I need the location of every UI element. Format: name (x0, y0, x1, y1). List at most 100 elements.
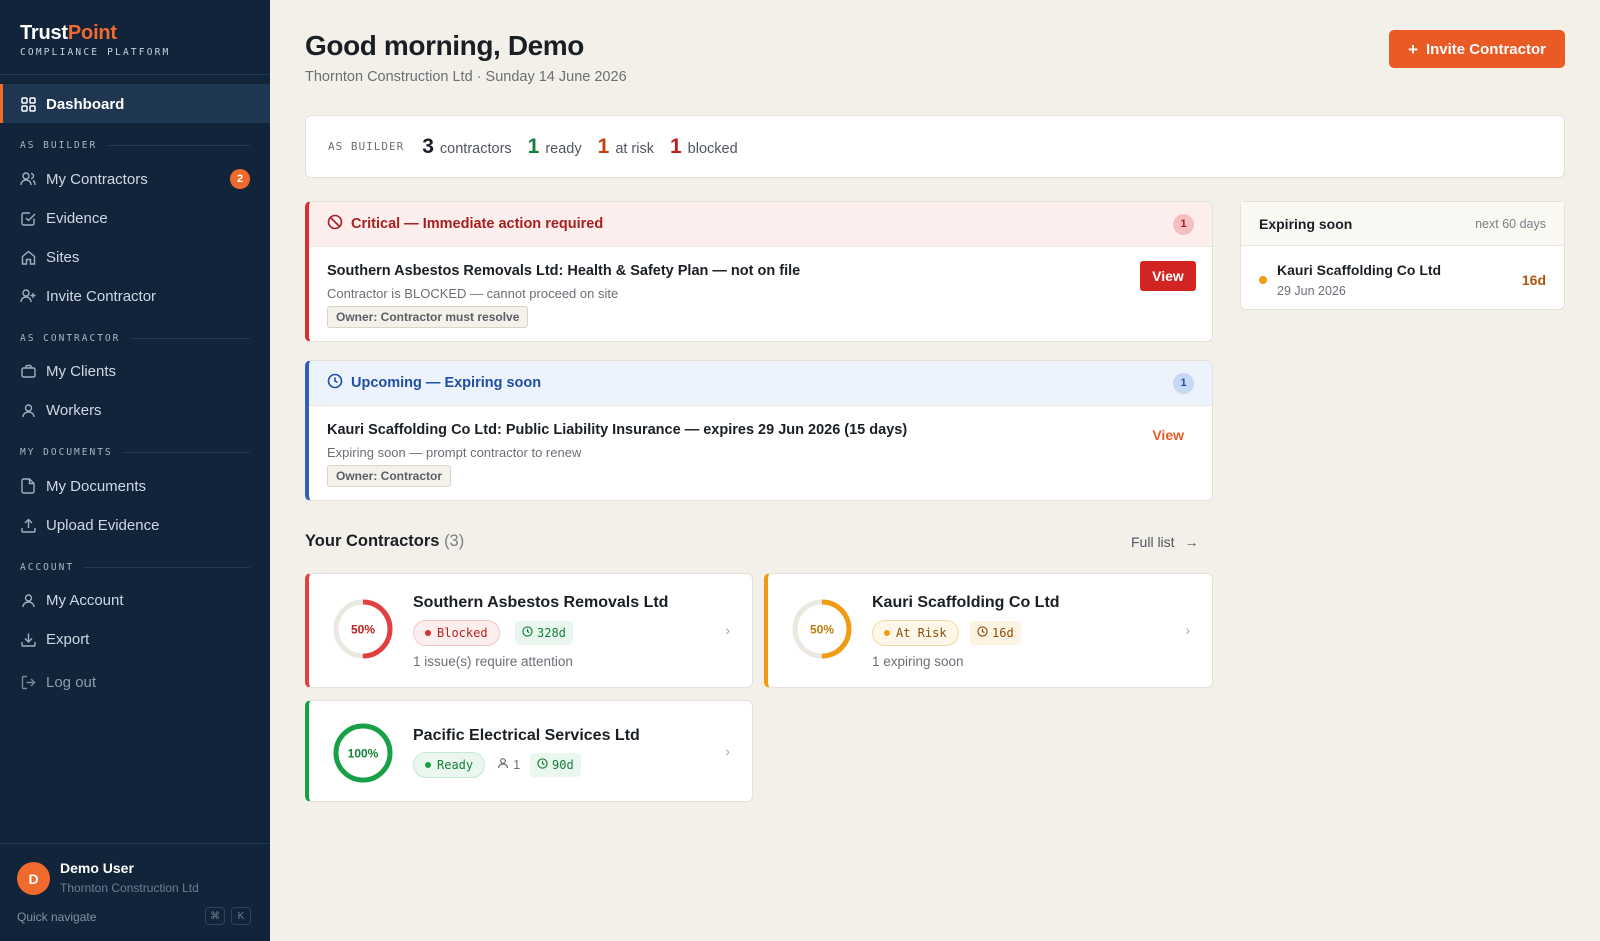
issue-description: Contractor is BLOCKED — cannot proceed o… (327, 286, 619, 301)
user-org: Thornton Construction Ltd (60, 881, 199, 895)
user-profile[interactable]: D Demo User Thornton Construction Ltd Qu… (0, 843, 270, 941)
critical-count-badge: 1 (1173, 213, 1194, 235)
days-remaining-tag: 328d (515, 621, 573, 645)
contractor-card[interactable]: 50% Southern Asbestos Removals Ltd Block… (305, 573, 753, 688)
days-remaining-tag: 16d (970, 621, 1021, 645)
view-link[interactable]: View (1152, 427, 1184, 443)
user-icon (497, 757, 509, 772)
contractor-name: Southern Asbestos Removals Ltd (413, 594, 669, 611)
logout-icon (20, 674, 36, 690)
invite-button-label: Invite Contractor (1425, 40, 1546, 58)
contractor-card[interactable]: 100% Pacific Electrical Services Ltd Rea… (305, 700, 753, 802)
owner-tag: Owner: Contractor must resolve (327, 306, 529, 328)
clock-icon (537, 758, 548, 772)
sidebar-item-label: Log out (46, 673, 97, 691)
upcoming-panel-title: Upcoming — Expiring soon (351, 375, 542, 391)
donut-percent: 50% (351, 623, 375, 637)
issue-title: Kauri Scaffolding Co Ltd: Public Liabili… (327, 422, 908, 438)
stat-number: 1 (597, 134, 610, 158)
users-icon (20, 171, 36, 187)
expiring-soon-header: Expiring soon next 60 days (1241, 202, 1564, 246)
compliance-donut: 50% (792, 599, 852, 659)
sidebar-item-label: My Clients (46, 362, 117, 380)
brand-subtitle: COMPLIANCE PLATFORM (20, 47, 171, 58)
contractor-card[interactable]: 50% Kauri Scaffolding Co Ltd At Risk 16d… (764, 573, 1213, 688)
stat-label: at risk (615, 140, 654, 157)
download-icon (20, 631, 36, 647)
sidebar-item-my-contractors[interactable]: My Contractors 2 (20, 168, 250, 190)
sidebar-item-label: Sites (46, 248, 80, 266)
stat-number: 3 (422, 134, 434, 158)
contractor-name: Pacific Electrical Services Ltd (413, 727, 640, 744)
sidebar-item-label: Evidence (46, 209, 108, 227)
sidebar-item-my-account[interactable]: My Account (20, 589, 250, 611)
donut-percent: 50% (810, 623, 834, 637)
user-icon (20, 592, 36, 608)
sidebar-item-my-clients[interactable]: My Clients (20, 360, 250, 382)
avatar[interactable]: D (17, 862, 50, 895)
expiring-item-name[interactable]: Kauri Scaffolding Co Ltd (1277, 262, 1441, 278)
sidebar-item-workers[interactable]: Workers (20, 399, 250, 421)
expiring-item-date: 29 Jun 2026 (1277, 284, 1346, 298)
section-label-documents: MY DOCUMENTS (20, 447, 250, 458)
full-list-link[interactable]: Full list → (1131, 534, 1198, 550)
expiring-soon-card: Expiring soon next 60 days Kauri Scaffol… (1240, 201, 1565, 310)
critical-panel-header: Critical — Immediate action required 1 (309, 202, 1212, 247)
invite-contractor-button[interactable]: + Invite Contractor (1389, 30, 1565, 68)
compliance-donut: 50% (333, 599, 393, 659)
briefcase-icon (20, 363, 36, 379)
stats-bar: AS BUILDER 3 contractors 1 ready 1 at ri… (305, 115, 1565, 178)
upcoming-panel-header: Upcoming — Expiring soon 1 (309, 361, 1212, 406)
sidebar-item-label: Dashboard (46, 95, 125, 113)
status-badge: Ready (413, 752, 486, 778)
stat-blocked: 1 blocked (670, 135, 738, 159)
grid-icon (20, 96, 36, 112)
sidebar-item-export[interactable]: Export (20, 628, 250, 650)
worker-count: 1 (497, 757, 520, 772)
view-button[interactable]: View (1140, 261, 1196, 291)
owner-tag: Owner: Contractor (327, 465, 452, 487)
clock-icon (522, 626, 533, 640)
user-name: Demo User (60, 860, 134, 876)
stat-number: 1 (527, 134, 540, 158)
compliance-donut: 100% (333, 723, 393, 783)
user-plus-icon (20, 288, 36, 304)
sidebar-item-label: My Account (46, 591, 124, 609)
status-dot (425, 630, 431, 636)
sidebar-item-evidence[interactable]: Evidence (20, 207, 250, 229)
upcoming-count-badge: 1 (1173, 372, 1194, 394)
page-title: Good morning, Demo (305, 30, 585, 61)
sidebar-item-sites[interactable]: Sites (20, 246, 250, 268)
status-dot (1259, 276, 1267, 284)
contractor-name: Kauri Scaffolding Co Ltd (872, 594, 1060, 611)
plus-icon: + (1408, 39, 1418, 59)
ban-icon (327, 214, 343, 235)
status-badge: Blocked (413, 620, 500, 646)
expiring-soon-title: Expiring soon (1259, 215, 1353, 232)
quick-navigate-label[interactable]: Quick navigate (17, 910, 96, 924)
sidebar-item-label: Upload Evidence (46, 516, 160, 534)
chevron-right-icon: › (1185, 622, 1190, 638)
status-badge: At Risk (872, 620, 959, 646)
sidebar: TrustPoint COMPLIANCE PLATFORM Dashboard… (0, 0, 270, 941)
sidebar-item-log-out[interactable]: Log out (20, 671, 250, 693)
contractor-note: 1 issue(s) require attention (413, 654, 573, 669)
sidebar-item-my-documents[interactable]: My Documents (20, 475, 250, 497)
critical-panel: Critical — Immediate action required 1 S… (305, 201, 1213, 342)
sidebar-item-label: My Documents (46, 477, 147, 495)
sidebar-item-upload-evidence[interactable]: Upload Evidence (20, 514, 250, 536)
critical-panel-title: Critical — Immediate action required (351, 216, 604, 232)
brand-logo[interactable]: TrustPoint (20, 22, 250, 45)
file-icon (20, 478, 36, 494)
expiring-item-days: 16d (1521, 272, 1546, 288)
status-dot (425, 762, 431, 768)
issue-description: Expiring soon — prompt contractor to ren… (327, 445, 582, 460)
contractor-note: 1 expiring soon (872, 654, 964, 669)
contractors-section-title: Your Contractors (3) (305, 532, 465, 550)
sidebar-item-dashboard[interactable]: Dashboard (20, 93, 250, 115)
chevron-right-icon: › (725, 622, 730, 638)
sidebar-item-invite-contractor[interactable]: Invite Contractor (20, 285, 250, 307)
arrow-right-icon: → (1184, 534, 1199, 550)
clock-icon (327, 373, 343, 394)
sidebar-item-label: My Contractors (46, 170, 148, 188)
